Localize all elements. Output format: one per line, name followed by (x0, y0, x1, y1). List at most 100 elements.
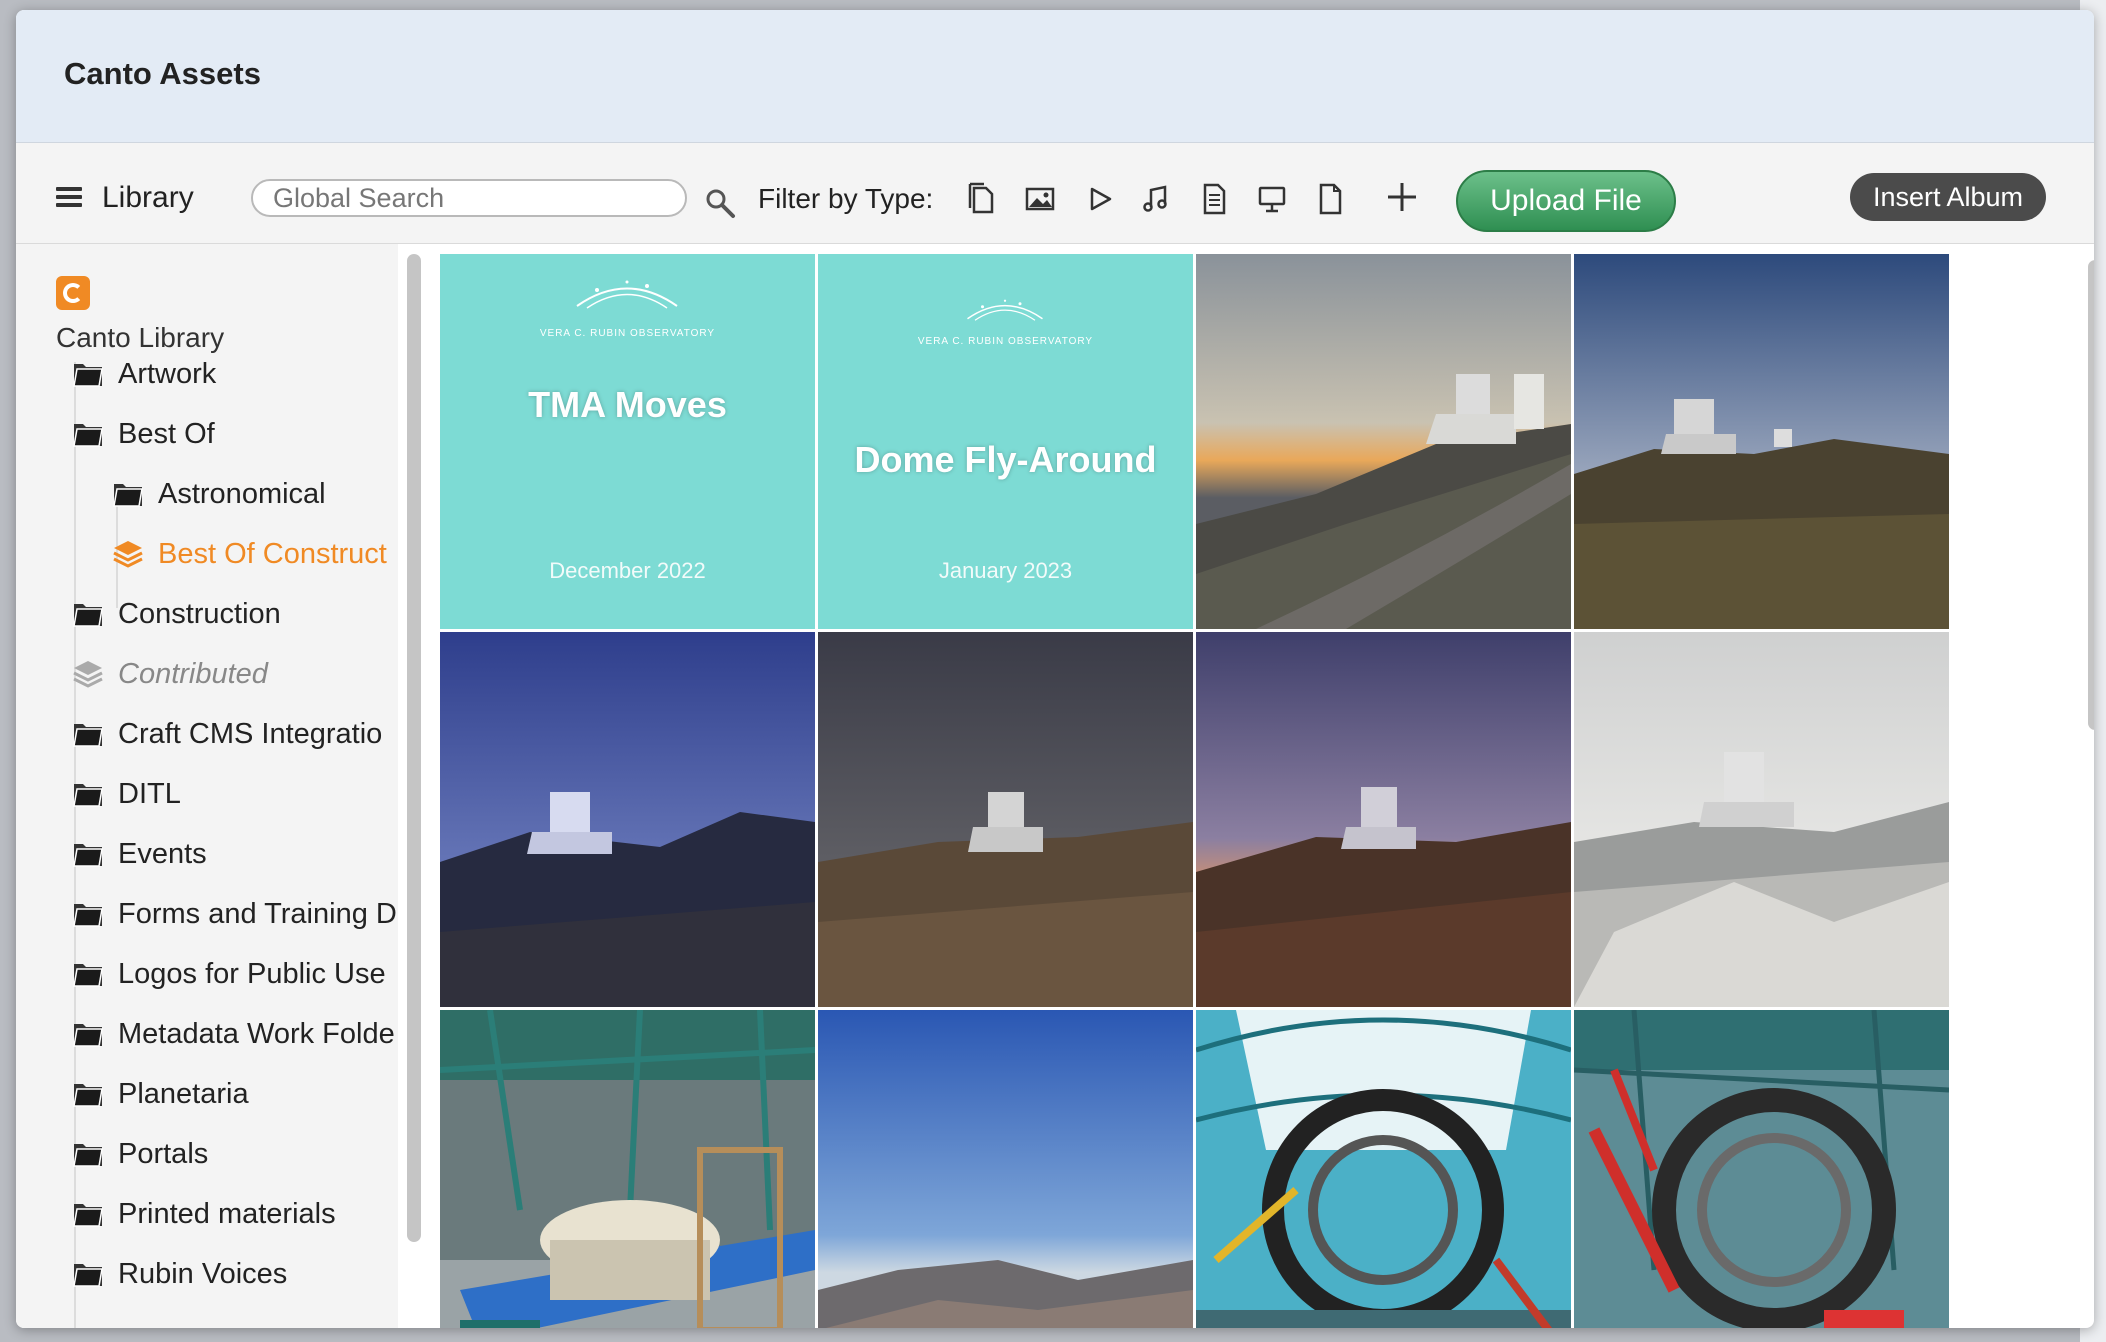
sidebar-item-label: Metadata Work Folde (118, 1018, 395, 1050)
hamburger-menu-icon[interactable] (56, 187, 82, 207)
image-asset-thumbnail[interactable] (440, 1010, 815, 1328)
library-label[interactable]: Library (102, 181, 194, 215)
sidebar-folder-item[interactable]: Construction (72, 594, 398, 634)
photo-image (1574, 1010, 1949, 1328)
add-icon[interactable] (1384, 179, 1420, 215)
search-icon[interactable] (704, 187, 738, 221)
sidebar-item-label: Construction (118, 598, 281, 630)
image-asset-thumbnail[interactable] (1196, 1010, 1571, 1328)
sidebar-album-item[interactable]: Contributed (72, 654, 398, 694)
sidebar-folder-item[interactable]: Rubin Voices (72, 1254, 398, 1294)
other-file-icon[interactable] (1312, 181, 1348, 217)
sidebar-item-label: Logos for Public Use (118, 958, 386, 990)
sidebar-folder-item[interactable]: Portals (72, 1134, 398, 1174)
photo-image (818, 632, 1193, 1007)
all-documents-icon[interactable] (964, 181, 1000, 217)
image-asset-thumbnail[interactable] (1574, 632, 1949, 1007)
grid-scrollbar[interactable] (2088, 260, 2094, 730)
folder-icon (73, 424, 103, 447)
sidebar-item-label: DITL (118, 778, 181, 810)
sidebar-scrollbar[interactable] (407, 254, 421, 1242)
photo-image (1574, 254, 1949, 629)
folder-icon (73, 784, 103, 807)
sidebar-item-label: Rubin Voices (118, 1258, 288, 1290)
sidebar-folder-item[interactable]: Metadata Work Folde (72, 1014, 398, 1054)
folder-icon (113, 484, 143, 507)
image-asset-thumbnail[interactable] (818, 1010, 1193, 1328)
folder-icon (73, 1144, 103, 1167)
sidebar-folder-item[interactable]: Printed materials (72, 1194, 398, 1234)
album-icon (113, 541, 143, 568)
sidebar-folder-item[interactable]: Forms and Training D (72, 894, 398, 934)
photo-image (818, 1010, 1193, 1328)
folder-icon (73, 724, 103, 747)
image-asset-thumbnail[interactable] (1574, 254, 1949, 629)
canto-library-root[interactable]: Canto Library (56, 322, 224, 354)
sidebar-folder-item[interactable]: Astronomical (112, 474, 398, 514)
sidebar-item-label: Best Of (118, 418, 215, 450)
folder-icon (73, 604, 103, 627)
folder-icon (73, 904, 103, 927)
folder-icon (73, 1204, 103, 1227)
video-date-text: December 2022 (549, 558, 706, 583)
image-asset-thumbnail[interactable] (440, 632, 815, 1007)
video-title-text: TMA Moves (528, 384, 727, 425)
sidebar-folder-item[interactable]: Best Of (72, 414, 398, 454)
sidebar-item-label: Events (118, 838, 207, 870)
video-asset-thumbnail[interactable]: VERA C. RUBIN OBSERVATORY TMA Moves Decemb… (440, 254, 815, 629)
dialog-header: Canto Assets (16, 10, 2094, 143)
sidebar-folder-item[interactable]: Events (72, 834, 398, 874)
dialog-title: Canto Assets (64, 56, 261, 91)
photo-image (1196, 254, 1571, 629)
image-icon[interactable] (1022, 181, 1058, 217)
presentation-icon[interactable] (1254, 181, 1290, 217)
folder-icon (73, 364, 103, 387)
folder-icon (73, 1264, 103, 1287)
image-asset-thumbnail[interactable] (1574, 1010, 1949, 1328)
insert-album-button[interactable]: Insert Album (1850, 173, 2046, 221)
sidebar-item-label: Astronomical (158, 478, 326, 510)
video-icon[interactable] (1082, 181, 1118, 217)
sidebar-item-label: Best Of Construct (158, 538, 387, 570)
sidebar-album-item[interactable]: Best Of Construct (112, 534, 398, 574)
toolbar: Library Filter by Type: (16, 143, 2094, 244)
video-date-text: January 2023 (938, 558, 1073, 583)
sidebar-item-label: Forms and Training D (118, 898, 397, 930)
sidebar-folder-item[interactable]: Logos for Public Use (72, 954, 398, 994)
global-search-input[interactable] (251, 179, 687, 217)
audio-icon[interactable] (1138, 181, 1174, 217)
photo-image (1196, 1010, 1571, 1328)
sidebar-folder-item[interactable]: Artwork (72, 354, 398, 394)
observatory-logo-text: VERA C. RUBIN OBSERVATORY (539, 328, 716, 339)
photo-image (1574, 632, 1949, 1007)
upload-file-button[interactable]: Upload File (1456, 170, 1676, 232)
photo-image (440, 632, 815, 1007)
sidebar-item-label: Printed materials (118, 1198, 336, 1230)
video-asset-thumbnail[interactable]: VERA C. RUBIN OBSERVATORY Dome Fly-Around… (818, 254, 1193, 629)
folder-icon (73, 964, 103, 987)
sidebar-item-label: Artwork (118, 358, 217, 390)
video-title-text: Dome Fly-Around (854, 439, 1157, 480)
library-sidebar: Canto Library Artwork Best Of Astronomical… (16, 244, 398, 1328)
sidebar-folder-item[interactable]: DITL (72, 774, 398, 814)
sidebar-item-label: Portals (118, 1138, 209, 1170)
filter-by-type-label: Filter by Type: (758, 183, 934, 214)
folder-icon (73, 1084, 103, 1107)
sidebar-item-label: Contributed (118, 658, 268, 690)
folder-icon (73, 844, 103, 867)
observatory-logo-text: VERA C. RUBIN OBSERVATORY (917, 336, 1094, 347)
album-icon (73, 661, 103, 688)
photo-image (1196, 632, 1571, 1007)
image-asset-thumbnail[interactable] (1196, 632, 1571, 1007)
sidebar-folder-item[interactable]: Planetaria (72, 1074, 398, 1114)
image-asset-thumbnail[interactable] (1196, 254, 1571, 629)
sidebar-folder-item[interactable]: Craft CMS Integratio (72, 714, 398, 754)
asset-grid: VERA C. RUBIN OBSERVATORY TMA Moves Decemb… (440, 254, 1980, 1328)
sidebar-item-label: Planetaria (118, 1078, 249, 1110)
canto-logo-icon (56, 276, 90, 310)
photo-image (440, 1010, 815, 1328)
folder-icon (73, 1024, 103, 1047)
text-document-icon[interactable] (1196, 181, 1232, 217)
rubin-observatory-logo-icon (576, 280, 678, 309)
image-asset-thumbnail[interactable] (818, 632, 1193, 1007)
